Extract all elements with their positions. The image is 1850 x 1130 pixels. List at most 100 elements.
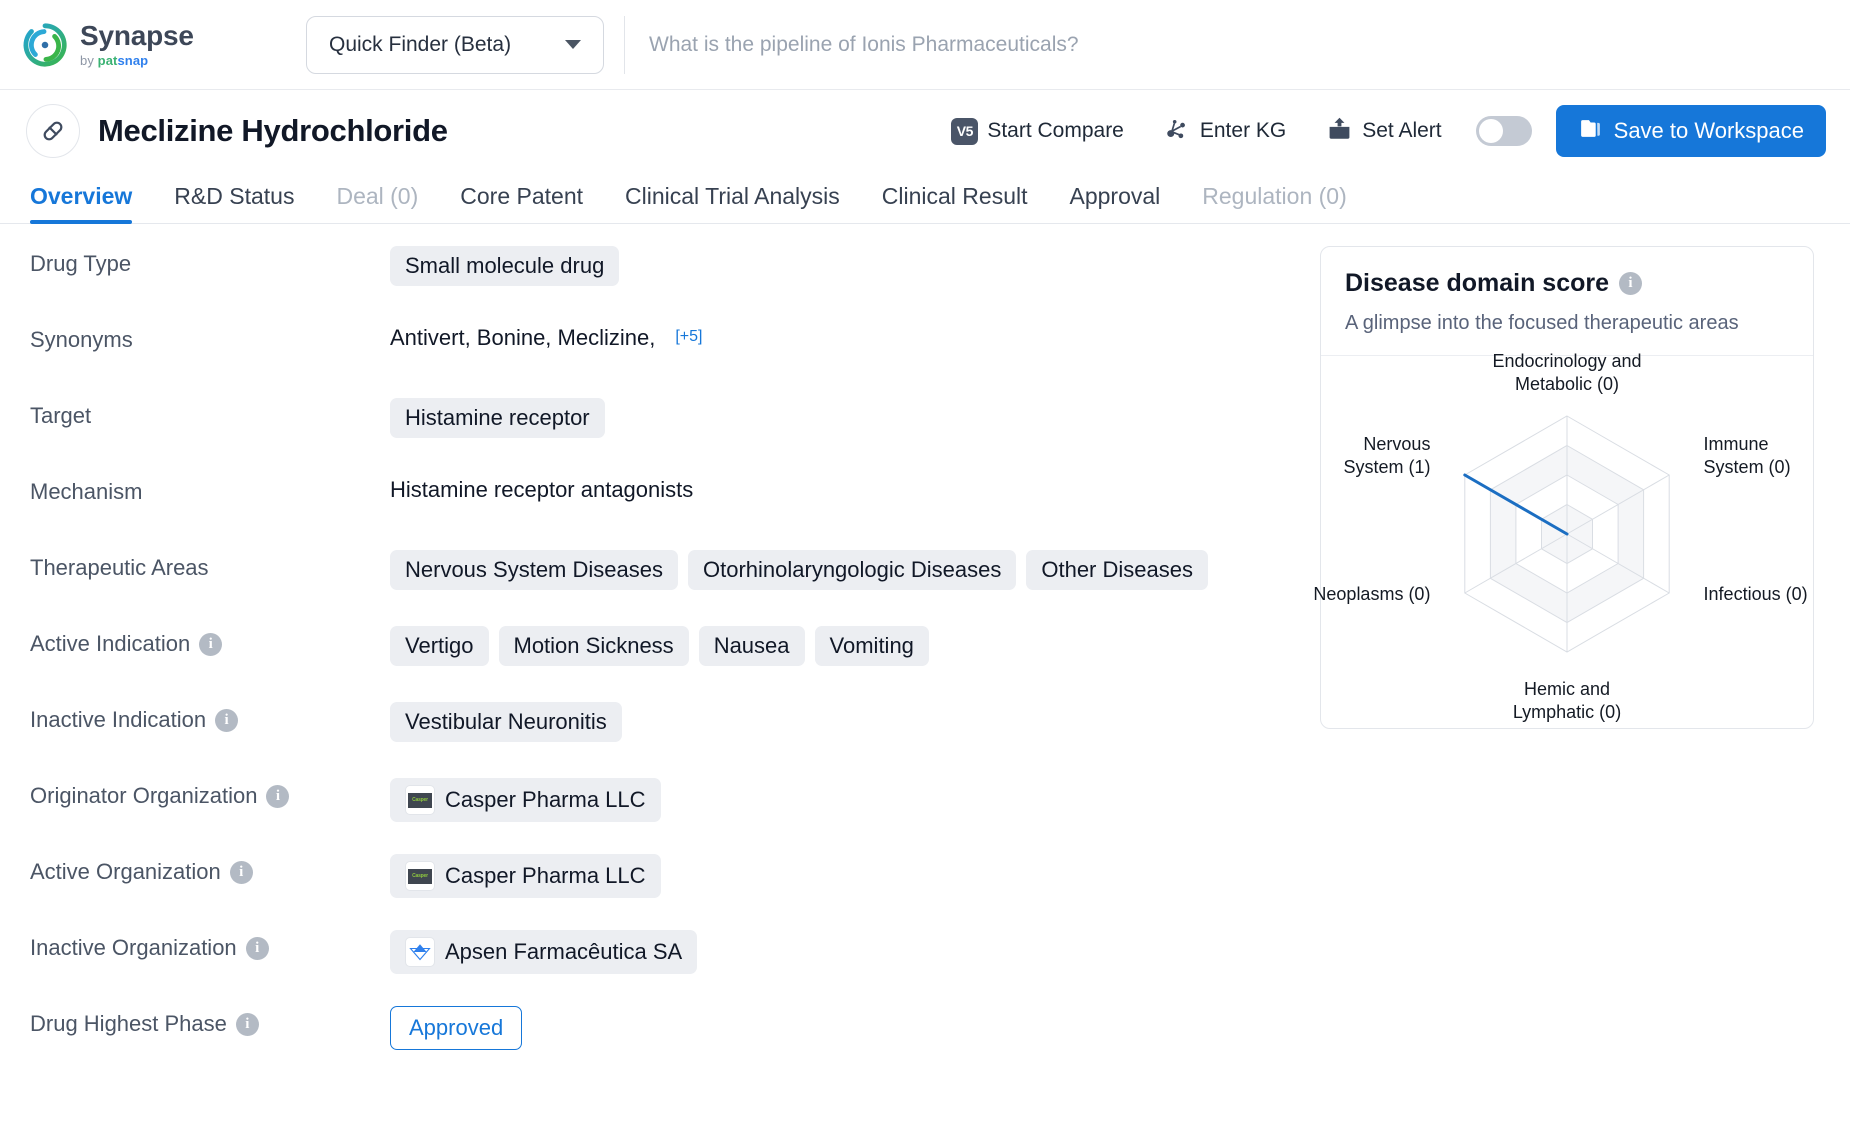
- organization-name: Casper Pharma LLC: [445, 787, 646, 812]
- tab-deal[interactable]: Deal (0): [315, 183, 439, 223]
- tab-bar: Overview R&D Status Deal (0) Core Patent…: [0, 172, 1850, 224]
- overview-content: Drug Type Small molecule drug Synonyms A…: [0, 224, 1850, 1082]
- tab-overview[interactable]: Overview: [30, 183, 153, 224]
- folder-icon: [1578, 116, 1603, 147]
- card-title: Disease domain score i: [1345, 269, 1789, 298]
- brand-logo[interactable]: Synapse by patsnap: [22, 22, 274, 68]
- radar-axis-label-nervous-system: Nervous System (1): [1343, 433, 1431, 477]
- field-active-indication: Active Indication i Vertigo Motion Sickn…: [30, 626, 1320, 682]
- organization-name: Casper Pharma LLC: [445, 863, 646, 888]
- field-active-organization: Active Organization i Casper Casper Phar…: [30, 854, 1320, 910]
- field-value: Histamine receptor antagonists: [390, 474, 1320, 503]
- brand-tagline: by patsnap: [80, 53, 149, 68]
- field-label: Inactive Organization i: [30, 930, 390, 961]
- synonyms-more-link[interactable]: [+5]: [675, 328, 702, 346]
- card-header: Disease domain score i A glimpse into th…: [1321, 247, 1813, 355]
- quick-finder-dropdown[interactable]: Quick Finder (Beta): [306, 15, 604, 74]
- field-value: Antivert, Bonine, Meclizine, [+5]: [390, 322, 1320, 351]
- side-panel: Disease domain score i A glimpse into th…: [1313, 224, 1840, 1082]
- tab-rd-status[interactable]: R&D Status: [153, 183, 315, 223]
- search-input[interactable]: [625, 15, 1850, 74]
- save-to-workspace-label: Save to Workspace: [1613, 118, 1804, 143]
- field-label-text: Drug Highest Phase: [30, 1011, 227, 1036]
- chip-target[interactable]: Histamine receptor: [390, 398, 605, 438]
- field-value: Small molecule drug: [390, 246, 1320, 286]
- drug-fields-list: Drug Type Small molecule drug Synonyms A…: [0, 224, 1320, 1082]
- chip-therapeutic-area[interactable]: Nervous System Diseases: [390, 550, 678, 590]
- field-drug-type: Drug Type Small molecule drug: [30, 246, 1320, 302]
- knowledge-graph-icon: [1164, 115, 1191, 148]
- chip-drug-type[interactable]: Small molecule drug: [390, 246, 620, 286]
- field-label-text: Active Indication: [30, 631, 191, 656]
- field-value: Vestibular Neuronitis: [390, 702, 1320, 742]
- field-value: Vertigo Motion Sickness Nausea Vomiting: [390, 626, 1320, 666]
- alert-bell-icon: [1326, 115, 1353, 148]
- radar-axis-label-neoplasms: Neoplasms (0): [1313, 584, 1431, 605]
- info-icon[interactable]: i: [235, 1012, 259, 1036]
- chip-therapeutic-area[interactable]: Otorhinolaryngologic Diseases: [687, 550, 1017, 590]
- field-label-text: Originator Organization: [30, 783, 258, 808]
- chip-therapeutic-area[interactable]: Other Diseases: [1026, 550, 1208, 590]
- chip-indication[interactable]: Vertigo: [390, 626, 489, 666]
- casper-pharma-logo-icon: Casper: [405, 785, 435, 815]
- chip-indication[interactable]: Vestibular Neuronitis: [390, 702, 622, 742]
- info-icon[interactable]: i: [229, 860, 253, 884]
- synapse-logo-icon: [22, 22, 68, 68]
- field-drug-highest-phase: Drug Highest Phase i Approved: [30, 1006, 1320, 1062]
- tab-regulation[interactable]: Regulation (0): [1181, 183, 1367, 223]
- set-alert-button[interactable]: Set Alert: [1306, 115, 1461, 148]
- field-synonyms: Synonyms Antivert, Bonine, Meclizine, [+…: [30, 322, 1320, 378]
- tab-clinical-trial-analysis[interactable]: Clinical Trial Analysis: [604, 183, 861, 223]
- info-icon[interactable]: i: [199, 632, 223, 656]
- field-label: Therapeutic Areas: [30, 555, 209, 580]
- top-bar: Synapse by patsnap Quick Finder (Beta): [0, 0, 1850, 90]
- field-value: Approved: [390, 1006, 1320, 1050]
- field-label-text: Active Organization: [30, 859, 221, 884]
- chip-organization[interactable]: Apsen Farmacêutica SA: [390, 930, 698, 974]
- apsen-mountain-icon: [405, 937, 435, 967]
- phase-badge-approved[interactable]: Approved: [390, 1006, 523, 1050]
- chip-organization[interactable]: Casper Casper Pharma LLC: [390, 778, 661, 822]
- info-icon[interactable]: i: [215, 708, 239, 732]
- tab-clinical-result[interactable]: Clinical Result: [861, 183, 1049, 223]
- info-icon[interactable]: i: [245, 936, 269, 960]
- card-title-text: Disease domain score: [1345, 269, 1610, 297]
- field-label: Target: [30, 403, 92, 428]
- field-mechanism: Mechanism Histamine receptor antagonists: [30, 474, 1320, 530]
- chip-organization[interactable]: Casper Casper Pharma LLC: [390, 854, 661, 898]
- field-therapeutic-areas: Therapeutic Areas Nervous System Disease…: [30, 550, 1320, 606]
- field-inactive-indication: Inactive Indication i Vestibular Neuroni…: [30, 702, 1320, 758]
- enter-kg-label: Enter KG: [1199, 119, 1287, 142]
- field-label: Drug Type: [30, 251, 132, 276]
- casper-pharma-logo-icon: Casper: [405, 861, 435, 891]
- synonyms-text: Antivert, Bonine, Meclizine,: [390, 325, 656, 350]
- capsule-icon: [26, 104, 80, 158]
- chip-indication[interactable]: Vomiting: [814, 626, 929, 666]
- field-label: Inactive Indication i: [30, 702, 390, 733]
- info-icon[interactable]: i: [266, 784, 290, 808]
- start-compare-button[interactable]: V5 Start Compare: [931, 117, 1144, 145]
- info-icon[interactable]: i: [1619, 272, 1643, 295]
- enter-kg-button[interactable]: Enter KG: [1144, 115, 1306, 148]
- field-label: Mechanism: [30, 479, 143, 504]
- quick-finder-label: Quick Finder (Beta): [329, 32, 512, 56]
- chip-indication[interactable]: Nausea: [698, 626, 805, 666]
- field-label-text: Inactive Organization: [30, 935, 237, 960]
- casper-logo-text: Casper: [408, 868, 432, 884]
- chip-indication[interactable]: Motion Sickness: [498, 626, 689, 666]
- field-value: Casper Casper Pharma LLC: [390, 854, 1320, 898]
- field-originator-organization: Originator Organization i Casper Casper …: [30, 778, 1320, 834]
- page-title: Meclizine Hydrochloride: [98, 113, 448, 148]
- search-bar[interactable]: [624, 15, 1850, 74]
- field-value: Apsen Farmacêutica SA: [390, 930, 1320, 974]
- field-target: Target Histamine receptor: [30, 398, 1320, 454]
- tab-approval[interactable]: Approval: [1048, 183, 1181, 223]
- set-alert-toggle[interactable]: [1475, 116, 1532, 146]
- start-compare-label: Start Compare: [987, 119, 1124, 142]
- radar-axis-label-infectious: Infectious (0): [1703, 584, 1808, 605]
- tab-core-patent[interactable]: Core Patent: [439, 183, 604, 223]
- field-inactive-organization: Inactive Organization i Apsen Farmacêuti…: [30, 930, 1320, 986]
- field-label: Active Organization i: [30, 854, 390, 885]
- save-to-workspace-button[interactable]: Save to Workspace: [1555, 105, 1826, 157]
- v5-compare-icon: V5: [951, 117, 979, 145]
